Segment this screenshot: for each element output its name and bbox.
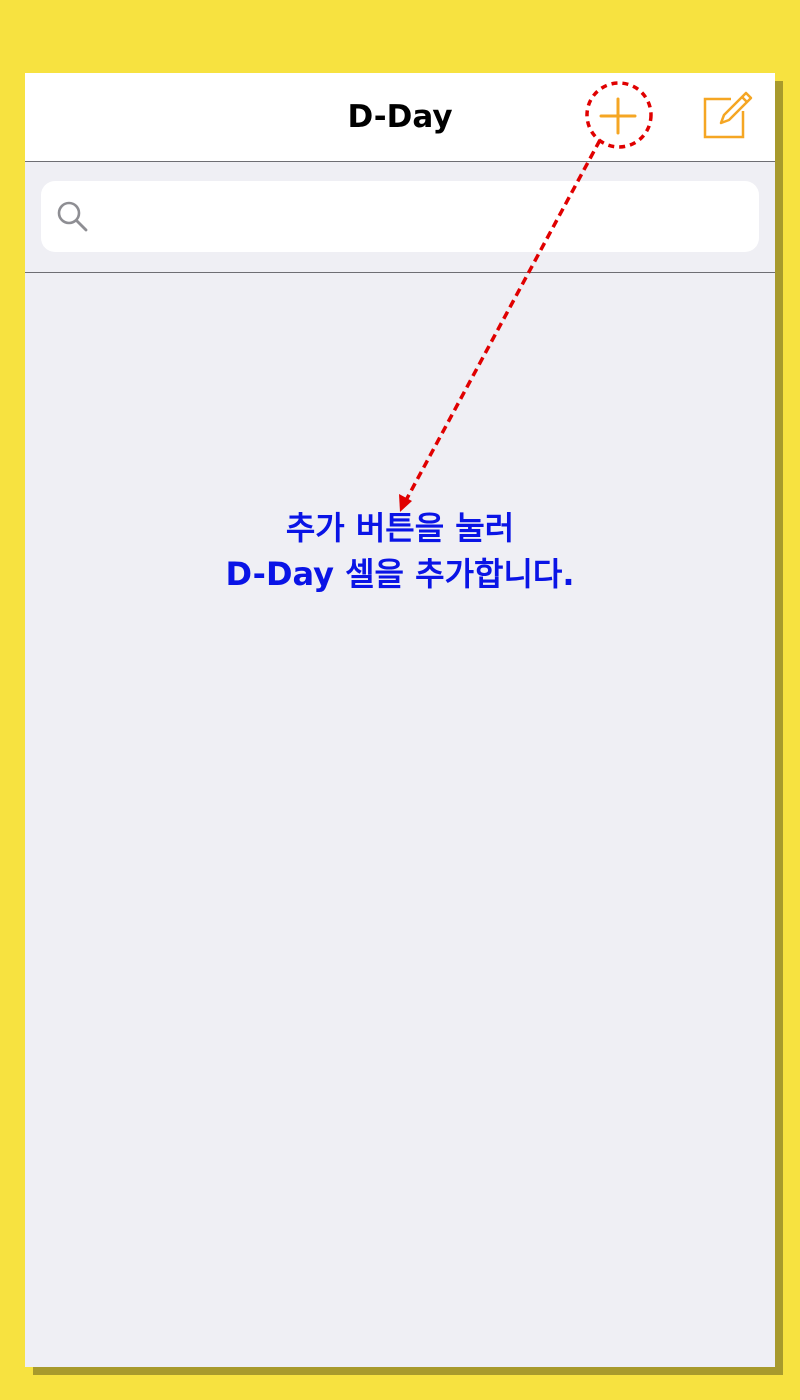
navigation-bar: D-Day	[25, 73, 775, 162]
compose-icon	[703, 91, 753, 139]
annotation-line-2: D-Day 셀을 추가합니다.	[225, 555, 575, 593]
annotation-hint: 추가 버튼을 눌러 D-Day 셀을 추가합니다.	[25, 505, 775, 597]
search-field[interactable]	[41, 181, 759, 254]
page-title: D-Day	[347, 99, 453, 135]
plus-icon	[599, 97, 637, 135]
search-icon	[57, 201, 88, 232]
search-bar	[25, 162, 775, 273]
annotation-line-1: 추가 버튼을 눌러	[285, 509, 515, 547]
add-button[interactable]	[585, 83, 651, 149]
compose-button[interactable]	[701, 87, 757, 143]
search-input[interactable]	[103, 181, 747, 254]
app-screen: D-Day 추가 버튼을 눌러 D-Day 셀을 추가합니다.	[25, 73, 775, 1367]
